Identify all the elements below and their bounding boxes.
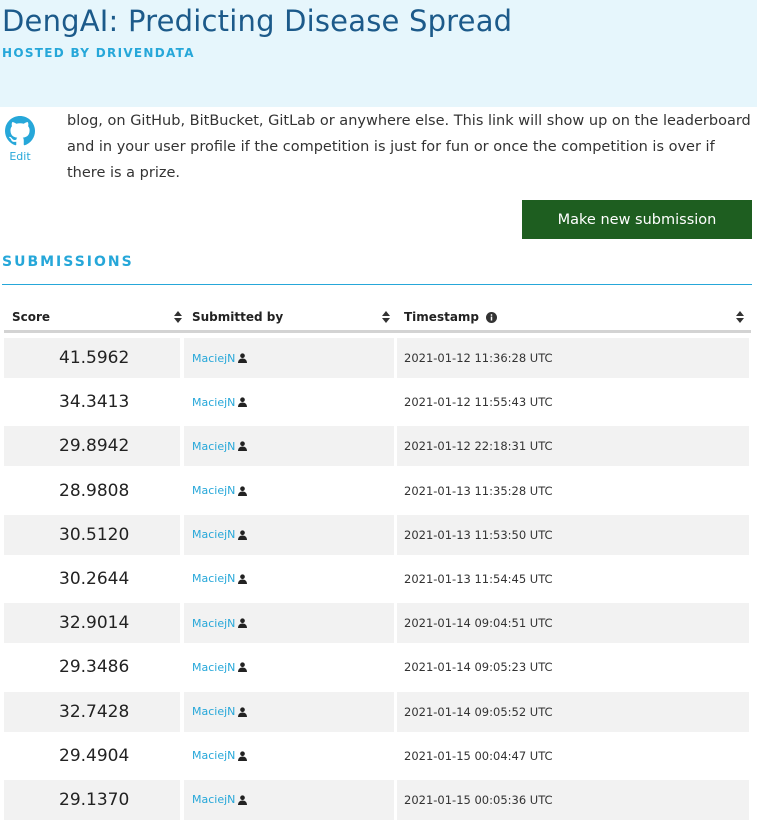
score-cell: 28.9808 [59,480,130,501]
timestamp-cell: 2021-01-14 09:05:23 UTC [404,660,553,675]
table-row: 34.3413 MaciejN 2021-01-12 11:55:43 UTC [4,380,751,424]
submitted-by-cell: MaciejN [184,471,394,511]
user-icon [238,751,248,761]
timestamp-cell: 2021-01-12 22:18:31 UTC [397,426,749,467]
user-link[interactable]: MaciejN [192,661,235,674]
column-header-submitted-by-label: Submitted by [192,310,284,324]
score-cell: 29.8942 [4,426,180,467]
score-cell: 30.5120 [4,514,180,555]
user-link[interactable]: MaciejN [192,440,235,453]
timestamp-cell: 2021-01-13 11:54:45 UTC [404,571,553,586]
score-cell: 32.9014 [4,603,180,644]
timestamp-cell: 2021-01-12 11:55:43 UTC [404,395,553,410]
timestamp-cell: 2021-01-13 11:53:50 UTC [397,514,749,555]
page-header: DengAI: Predicting Disease Spread HOSTED… [0,0,757,107]
info-icon[interactable] [486,311,498,323]
timestamp-cell: 2021-01-14 09:05:52 UTC [397,691,749,732]
submissions-heading: SUBMISSIONS [2,254,134,270]
table-row: 29.8942 MaciejN 2021-01-12 22:18:31 UTC [4,424,751,468]
user-icon [238,662,248,673]
user-icon [238,397,248,408]
submitted-by-cell: MaciejN [184,559,394,599]
sort-icon[interactable] [382,311,390,323]
make-new-submission-button[interactable]: Make new submission [522,200,752,239]
user-link[interactable]: MaciejN [192,749,235,762]
timestamp-cell: 2021-01-12 11:36:28 UTC [397,338,749,378]
github-link-block[interactable]: Edit [4,116,36,163]
submitted-by-cell: MaciejN [184,426,394,467]
user-link[interactable]: MaciejN [192,484,235,497]
table-header: Score Submitted by Timestamp [4,303,751,333]
user-icon [238,441,248,452]
score-cell: 41.5962 [4,338,180,378]
table-row: 41.5962 MaciejN 2021-01-12 11:36:28 UTC [4,336,751,380]
timestamp-cell: 2021-01-14 09:04:51 UTC [397,603,749,644]
table-row: 32.7428 MaciejN 2021-01-14 09:05:52 UTC [4,690,751,734]
table-row: 29.3486 MaciejN 2021-01-14 09:05:23 UTC [4,645,751,689]
column-header-timestamp-label: Timestamp [404,310,480,324]
submitted-by-cell: MaciejN [184,514,394,555]
user-icon [238,530,248,540]
share-link-description: blog, on GitHub, BitBucket, GitLab or an… [67,113,751,181]
competition-title: DengAI: Predicting Disease Spread [2,4,513,38]
submissions-table-body: 41.5962 MaciejN 2021-01-12 11:36:28 UTC 34.… [4,336,751,822]
user-icon [238,353,248,363]
user-icon [238,485,248,496]
submitted-by-cell: MaciejN [184,382,394,422]
submitted-by-cell: MaciejN [184,603,394,644]
table-row: 30.2644 MaciejN 2021-01-13 11:54:45 UTC [4,557,751,601]
github-icon[interactable] [5,116,35,146]
score-cell: 29.1370 [4,779,180,820]
column-header-timestamp[interactable]: Timestamp [404,303,744,331]
table-row: 29.4904 MaciejN 2021-01-15 00:04:47 UTC [4,734,751,778]
user-link[interactable]: MaciejN [192,793,235,806]
table-row: 32.9014 MaciejN 2021-01-14 09:04:51 UTC [4,601,751,645]
user-link[interactable]: MaciejN [192,396,235,409]
submitted-by-cell: MaciejN [184,736,394,776]
score-cell: 34.3413 [59,392,130,413]
score-cell: 30.2644 [59,568,130,589]
submitted-by-cell: MaciejN [184,779,394,820]
score-cell: 32.7428 [4,691,180,732]
edit-link[interactable]: Edit [4,150,36,163]
timestamp-cell: 2021-01-15 00:04:47 UTC [404,748,553,763]
column-header-score-label: Score [12,310,51,324]
timestamp-cell: 2021-01-15 00:05:36 UTC [397,779,749,820]
user-link[interactable]: MaciejN [192,572,235,585]
submitted-by-cell: MaciejN [184,691,394,732]
sort-icon[interactable] [174,311,182,323]
user-link[interactable]: MaciejN [192,617,235,630]
user-icon [238,574,248,584]
user-link[interactable]: MaciejN [192,352,235,365]
user-icon [238,706,248,717]
table-row: 28.9808 MaciejN 2021-01-13 11:35:28 UTC [4,469,751,513]
submitted-by-cell: MaciejN [184,647,394,687]
user-link[interactable]: MaciejN [192,528,235,541]
sort-icon[interactable] [736,311,744,323]
table-row: 30.5120 MaciejN 2021-01-13 11:53:50 UTC [4,513,751,557]
column-header-submitted-by[interactable]: Submitted by [192,303,390,331]
user-link[interactable]: MaciejN [192,705,235,718]
user-icon [238,618,248,629]
section-divider [2,284,752,285]
host-subtitle[interactable]: HOSTED BY DRIVENDATA [2,46,195,60]
submitted-by-cell: MaciejN [184,338,394,378]
score-cell: 29.3486 [59,657,130,678]
table-row: 29.1370 MaciejN 2021-01-15 00:05:36 UTC [4,778,751,822]
timestamp-cell: 2021-01-13 11:35:28 UTC [404,483,553,498]
user-icon [238,795,248,805]
column-header-score[interactable]: Score [12,303,182,331]
score-cell: 29.4904 [59,745,130,766]
